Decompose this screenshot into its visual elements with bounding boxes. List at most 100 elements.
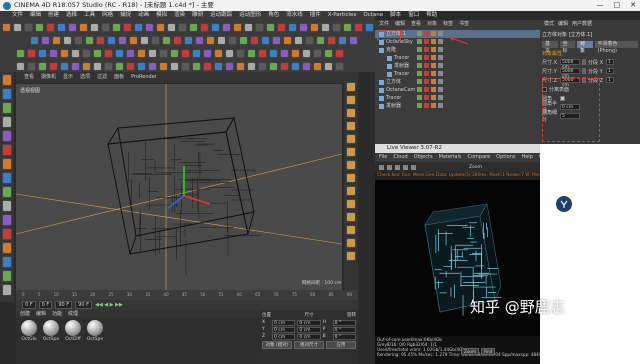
toolbar2-button-0-icon[interactable] — [30, 35, 39, 45]
toolbar3-button-21-icon[interactable] — [247, 48, 256, 58]
toolbar4-button-12-icon[interactable] — [148, 61, 157, 71]
toolbar2-button-22-icon[interactable] — [272, 35, 281, 45]
left-tool-8-icon[interactable] — [2, 186, 12, 198]
toolbar1-button-16-icon[interactable] — [178, 22, 187, 32]
toolbar2-button-18-icon[interactable] — [228, 35, 237, 45]
coord-mode-select[interactable]: 对象 (相对) — [262, 341, 292, 349]
toolbar1-button-10-icon[interactable] — [112, 22, 121, 32]
object-tag-icon[interactable] — [417, 63, 422, 68]
toolbar1-button-3-icon[interactable] — [35, 22, 44, 32]
viewport-side-tool-2-icon[interactable] — [346, 108, 356, 118]
coord-position-field[interactable]: 0 cm — [272, 334, 296, 340]
live-viewer-menu-5[interactable]: Options — [496, 153, 515, 162]
attribute-tab-0[interactable]: 模式 — [544, 20, 554, 29]
toolbar3-button-25-icon[interactable] — [291, 48, 300, 58]
toolbar3-button-26-icon[interactable] — [302, 48, 311, 58]
object-manager-tab-2[interactable]: 查看 — [411, 20, 421, 29]
end-frame-field[interactable]: 90 F — [55, 301, 73, 309]
toolbar4-button-26-icon[interactable] — [302, 61, 311, 71]
toolbar2-button-25-icon[interactable] — [305, 35, 314, 45]
viewport-menu-4[interactable]: 过滤 — [97, 72, 107, 83]
toolbar3-button-7-icon[interactable] — [93, 48, 102, 58]
object-tag-icon[interactable] — [424, 47, 429, 52]
toolbar3-button-14-icon[interactable] — [170, 48, 179, 58]
object-manager-tab-4[interactable]: 标签 — [443, 20, 453, 29]
toolbar1-button-28-icon[interactable] — [310, 22, 319, 32]
toolbar1-button-27-icon[interactable] — [299, 22, 308, 32]
toolbar3-button-28-icon[interactable] — [324, 48, 333, 58]
toolbar1-button-18-icon[interactable] — [200, 22, 209, 32]
toolbar1-button-1-icon[interactable] — [13, 22, 22, 32]
object-row[interactable]: 发射器 — [375, 62, 540, 70]
toolbar3-button-11-icon[interactable] — [137, 48, 146, 58]
viewport-menu-6[interactable]: ProRender — [131, 72, 157, 83]
toolbar3-button-9-icon[interactable] — [115, 48, 124, 58]
menu-item-6[interactable]: 捕捉 — [120, 11, 131, 20]
current-frame-field[interactable]: 0 F — [38, 301, 53, 309]
toolbar3-button-22-icon[interactable] — [258, 48, 267, 58]
object-manager-tab-5[interactable]: 书签 — [459, 20, 469, 29]
viewport-side-tool-1-icon[interactable] — [346, 95, 356, 105]
viewport-side-tool-7-icon[interactable] — [346, 173, 356, 183]
left-tool-14-icon[interactable] — [2, 270, 12, 282]
viewport-side-tool-0-icon[interactable] — [346, 82, 356, 92]
toolbar1-button-32-icon[interactable] — [354, 22, 363, 32]
toolbar1-button-31-icon[interactable] — [343, 22, 352, 32]
left-tool-13-icon[interactable] — [2, 256, 12, 268]
lv-pause-icon[interactable] — [395, 164, 400, 170]
toolbar2-button-28-icon[interactable] — [338, 35, 347, 45]
toolbar2-button-8-icon[interactable] — [118, 35, 127, 45]
toolbar2-button-2-icon[interactable] — [52, 35, 61, 45]
viewport-menu-3[interactable]: 选项 — [80, 72, 90, 83]
toolbar3-button-3-icon[interactable] — [49, 48, 58, 58]
object-tag-icon[interactable] — [424, 39, 429, 44]
object-manager-tab-0[interactable]: 文件 — [379, 20, 389, 29]
toolbar3-button-2-icon[interactable] — [38, 48, 47, 58]
left-tool-5-icon[interactable] — [2, 144, 12, 156]
toolbar1-button-8-icon[interactable] — [90, 22, 99, 32]
toolbar4-button-4-icon[interactable] — [60, 61, 69, 71]
material-menu-1[interactable]: 编辑 — [36, 310, 46, 318]
object-tag-icon[interactable] — [431, 103, 436, 108]
toolbar4-button-8-icon[interactable] — [104, 61, 113, 71]
menu-item-2[interactable]: 创建 — [48, 11, 59, 20]
toolbar3-button-29-icon[interactable] — [335, 48, 344, 58]
attribute-tab-1[interactable]: 编辑 — [558, 20, 568, 29]
toolbar4-button-29-icon[interactable] — [335, 61, 344, 71]
toolbar1-button-7-icon[interactable] — [79, 22, 88, 32]
minimize-button[interactable]: — — [597, 0, 604, 11]
coord-size-field[interactable]: 0 cm — [297, 327, 321, 333]
object-tag-icon[interactable] — [431, 71, 436, 76]
object-tag-icon[interactable] — [417, 55, 422, 60]
toolbar4-button-6-icon[interactable] — [82, 61, 91, 71]
coord-size-field[interactable]: 0 cm — [297, 320, 321, 326]
attribute-subtab-0[interactable]: 基本 — [542, 41, 558, 54]
toolbar2-button-6-icon[interactable] — [96, 35, 105, 45]
segment-field[interactable]: 1 — [606, 59, 614, 65]
object-tag-icon[interactable] — [417, 79, 422, 84]
viewport-side-tool-5-icon[interactable] — [346, 147, 356, 157]
material-menu-3[interactable]: 纹理 — [68, 310, 78, 318]
lv-zoom-button[interactable]: Zoom — [461, 348, 480, 355]
toolbar1-button-15-icon[interactable] — [167, 22, 176, 32]
live-viewer-menu-3[interactable]: Materials — [439, 153, 462, 162]
preview-end-field[interactable]: 90 F — [75, 301, 92, 309]
coord-position-field[interactable]: 0 cm — [272, 320, 296, 326]
play-buttons-icon[interactable]: ◀◀ ◀ ▶ ▶▶ — [95, 302, 123, 308]
menu-item-1[interactable]: 编辑 — [30, 11, 41, 20]
menu-item-19[interactable]: 窗口 — [408, 11, 419, 20]
left-tool-1-icon[interactable] — [2, 88, 12, 100]
object-tag-icon[interactable] — [438, 55, 443, 60]
left-tool-4-icon[interactable] — [2, 130, 12, 142]
menu-item-16[interactable]: X-Particles — [328, 11, 357, 20]
toolbar1-button-12-icon[interactable] — [134, 22, 143, 32]
object-tag-icon[interactable] — [431, 95, 436, 100]
toolbar3-button-27-icon[interactable] — [313, 48, 322, 58]
toolbar1-button-25-icon[interactable] — [277, 22, 286, 32]
viewport-menu-5[interactable]: 面板 — [114, 72, 124, 83]
toolbar2-button-3-icon[interactable] — [63, 35, 72, 45]
left-tool-15-icon[interactable] — [2, 284, 12, 296]
object-tag-icon[interactable] — [424, 79, 429, 84]
menu-item-15[interactable]: 插件 — [310, 11, 321, 20]
toolbar3-button-18-icon[interactable] — [214, 48, 223, 58]
